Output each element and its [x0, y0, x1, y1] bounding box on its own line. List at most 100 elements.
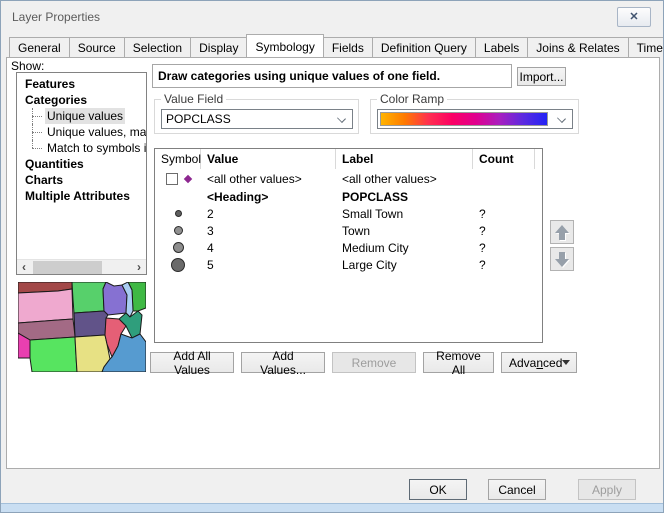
color-ramp-group: Color Ramp: [370, 99, 579, 134]
button-label: Add All Values: [157, 349, 227, 377]
unique-values-table[interactable]: SymbolValueLabelCount<all other values><…: [154, 148, 543, 343]
import-button[interactable]: Import...: [517, 67, 566, 86]
color-ramp-gradient: [380, 112, 548, 126]
tab-strip: GeneralSourceSelectionDisplaySymbologyFi…: [9, 37, 664, 57]
color-ramp-combobox[interactable]: [377, 109, 573, 129]
label-cell: Large City: [336, 258, 473, 272]
symbol-cell[interactable]: [155, 173, 201, 185]
ok-button[interactable]: OK: [409, 479, 467, 500]
button-label: Remove: [352, 356, 397, 370]
table-header: SymbolValueLabelCount: [155, 149, 542, 169]
sidebar-item-unique-values-many[interactable]: Unique values, many: [17, 124, 146, 140]
window-title: Layer Properties: [12, 10, 100, 24]
show-listbox: FeaturesCategoriesUnique valuesUnique va…: [16, 72, 147, 275]
apply-button: Apply: [578, 479, 636, 500]
table-action-buttons: Add All Values Add Values... Remove Remove …: [150, 352, 577, 373]
tab-joins-relates[interactable]: Joins & Relates: [527, 37, 628, 57]
sidebar-item-unique-values[interactable]: Unique values: [17, 108, 146, 124]
scrollbar-left-arrow-icon[interactable]: ‹: [17, 260, 31, 275]
tab-symbology[interactable]: Symbology: [246, 34, 323, 57]
state-green-top: [72, 282, 106, 313]
symbology-tab-page: Show: FeaturesCategoriesUnique valuesUni…: [6, 57, 660, 469]
move-up-button[interactable]: [550, 220, 574, 244]
symbol-cell[interactable]: [155, 210, 201, 217]
map-preview-svg: [18, 282, 146, 372]
table-row[interactable]: 4Medium City?: [155, 239, 542, 256]
column-header-value[interactable]: Value: [201, 149, 336, 169]
tab-general[interactable]: General: [9, 37, 70, 57]
method-description: Draw categories using unique values of o…: [152, 64, 512, 88]
sidebar-item-label: Categories: [23, 92, 89, 108]
close-icon: ✕: [629, 12, 638, 23]
state-mauve: [18, 319, 75, 340]
sidebar-item-match-to-symbols-in-a[interactable]: Match to symbols in a: [17, 140, 146, 156]
advanced-button[interactable]: Advanced: [501, 352, 577, 373]
move-down-button[interactable]: [550, 247, 574, 271]
table-row[interactable]: 3Town?: [155, 222, 542, 239]
tab-labels[interactable]: Labels: [475, 37, 528, 57]
remove-button: Remove: [332, 352, 416, 373]
value-cell: <all other values>: [201, 172, 336, 186]
close-button[interactable]: ✕: [617, 7, 651, 27]
tab-definition-query[interactable]: Definition Query: [372, 37, 476, 57]
table-row[interactable]: <all other values><all other values>: [155, 169, 542, 188]
table-row[interactable]: 5Large City?: [155, 256, 542, 273]
scrollbar-track[interactable]: [31, 260, 132, 275]
button-label: Add Values...: [248, 349, 318, 377]
value-cell: 5: [201, 258, 336, 272]
dialog-footer: OK Cancel Apply: [1, 469, 663, 505]
value-cell: 2: [201, 207, 336, 221]
circle-symbol-icon: [173, 242, 184, 253]
remove-all-button[interactable]: Remove All: [423, 352, 494, 373]
sidebar-item-quantities[interactable]: Quantities: [17, 156, 146, 172]
label-cell: Small Town: [336, 207, 473, 221]
add-all-values-button[interactable]: Add All Values: [150, 352, 234, 373]
cancel-button[interactable]: Cancel: [488, 479, 546, 500]
sidebar-item-charts[interactable]: Charts: [17, 172, 146, 188]
symbol-cell[interactable]: [155, 258, 201, 272]
tab-source[interactable]: Source: [69, 37, 125, 57]
tab-selection[interactable]: Selection: [124, 37, 191, 57]
value-field-group: Value Field POPCLASS: [154, 99, 359, 134]
chevron-down-icon[interactable]: [337, 114, 346, 123]
add-values-button[interactable]: Add Values...: [241, 352, 325, 373]
state-bright-green: [30, 337, 77, 372]
sidebar-item-label: Charts: [23, 172, 65, 188]
all-other-values-checkbox[interactable]: [166, 173, 178, 185]
value-field-label: Value Field: [161, 92, 226, 106]
sidebar-item-multiple-attributes[interactable]: Multiple Attributes: [17, 188, 146, 204]
count-cell: ?: [473, 258, 535, 272]
column-header-count[interactable]: Count: [473, 149, 535, 169]
tab-time[interactable]: Time: [628, 37, 664, 57]
symbol-cell[interactable]: [155, 226, 201, 235]
table-row[interactable]: 2Small Town?: [155, 205, 542, 222]
tab-display[interactable]: Display: [190, 37, 247, 57]
sidebar-item-label: Quantities: [23, 156, 86, 172]
value-cell: 3: [201, 224, 336, 238]
count-cell: ?: [473, 207, 535, 221]
state-pink: [18, 289, 73, 323]
sidebar-item-label: Unique values, many: [45, 124, 146, 140]
column-header-label[interactable]: Label: [336, 149, 473, 169]
symbol-cell[interactable]: [155, 242, 201, 253]
chevron-down-icon[interactable]: [557, 114, 566, 123]
tab-fields[interactable]: Fields: [323, 37, 373, 57]
circle-symbol-icon: [171, 258, 185, 272]
state-slate: [74, 311, 108, 337]
horizontal-scrollbar[interactable]: ‹ ›: [17, 259, 146, 274]
scrollbar-thumb[interactable]: [33, 261, 102, 274]
scrollbar-right-arrow-icon[interactable]: ›: [132, 260, 146, 275]
value-field-combobox[interactable]: POPCLASS: [161, 109, 353, 129]
column-header-symbol[interactable]: Symbol: [155, 149, 201, 169]
table-row[interactable]: <Heading>POPCLASS: [155, 188, 542, 205]
title-bar[interactable]: Layer Properties ✕: [1, 1, 663, 33]
count-cell: ?: [473, 224, 535, 238]
map-preview: [18, 282, 146, 372]
sidebar-item-label: Match to symbols in a: [45, 140, 146, 156]
dropdown-caret-icon: [562, 360, 570, 365]
sidebar-item-features[interactable]: Features: [17, 76, 146, 92]
label-cell: POPCLASS: [336, 190, 473, 204]
sidebar-item-categories[interactable]: Categories: [17, 92, 146, 108]
up-arrow-icon: [554, 225, 570, 240]
value-cell: 4: [201, 241, 336, 255]
